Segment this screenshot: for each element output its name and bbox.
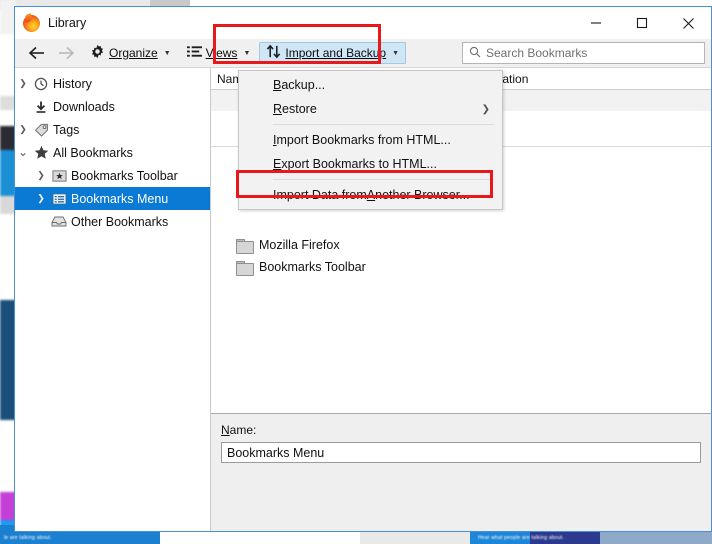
chevron-down-icon: ▼ xyxy=(243,49,251,57)
menu-item-label: xport Bookmarks to HTML... xyxy=(281,157,437,171)
name-field[interactable]: Bookmarks Menu xyxy=(221,442,701,463)
list-rows: Mozilla Firefox Bookmarks Toolbar xyxy=(211,234,711,278)
sidebar-item-label: Bookmarks Toolbar xyxy=(71,168,178,183)
sidebar-item-label: All Bookmarks xyxy=(53,145,133,160)
chevron-down-icon: ▼ xyxy=(163,49,171,57)
menu-item-label-pre: Import Data from xyxy=(273,188,367,202)
places-tree-sidebar: ❯ History Downloads ❯ Tags ⌄ All Bookmar… xyxy=(15,68,211,531)
window-controls xyxy=(573,7,711,39)
menu-item-export-bookmarks-to-html[interactable]: Export Bookmarks to HTML... xyxy=(239,152,502,176)
organize-button[interactable]: Organize ▼ xyxy=(83,42,178,64)
list-item-label: Mozilla Firefox xyxy=(259,238,340,252)
chevron-right-icon[interactable]: ❯ xyxy=(15,118,31,141)
chevron-right-icon[interactable]: ❯ xyxy=(33,187,49,210)
chevron-down-icon: ▼ xyxy=(392,49,400,57)
search-icon xyxy=(469,46,481,61)
menu-item-label: ackup... xyxy=(281,78,326,92)
views-button[interactable]: Views ▼ xyxy=(180,42,258,64)
gear-icon xyxy=(90,44,105,62)
list-item[interactable]: Mozilla Firefox xyxy=(211,234,711,256)
forward-button[interactable] xyxy=(51,41,81,65)
background-strip-text-mid: Hear what people are talking about. xyxy=(478,535,564,541)
tray-icon xyxy=(49,215,69,228)
maximize-button[interactable] xyxy=(619,7,665,39)
background-strip-text-left: le are talking about. xyxy=(4,535,52,541)
download-icon xyxy=(31,100,51,114)
import-and-backup-button-label: Import and Backup xyxy=(285,46,387,60)
menu-item-label: nother Browser... xyxy=(375,188,470,202)
sidebar-item-label: History xyxy=(53,76,92,91)
sidebar-item-history[interactable]: ❯ History xyxy=(15,72,210,95)
name-label: Name: xyxy=(221,423,257,437)
menu-separator xyxy=(273,179,494,180)
title-bar: Library xyxy=(15,7,711,39)
sidebar-item-label: Bookmarks Menu xyxy=(71,191,169,206)
library-toolbar: Organize ▼ Views ▼ Import and Backup ▼ S… xyxy=(15,24,711,68)
window-title: Library xyxy=(48,16,87,30)
list-item-label: Bookmarks Toolbar xyxy=(259,260,366,274)
chevron-right-icon[interactable]: ❯ xyxy=(33,164,49,187)
tag-icon xyxy=(31,123,51,137)
bookmarks-menu-icon xyxy=(49,192,69,206)
sidebar-item-tags[interactable]: ❯ Tags xyxy=(15,118,210,141)
name-field-value: Bookmarks Menu xyxy=(227,445,325,460)
sidebar-item-label: Downloads xyxy=(53,99,115,114)
list-item[interactable]: Bookmarks Toolbar xyxy=(211,256,711,278)
folder-icon xyxy=(236,238,254,254)
library-window: Library Organize ▼ Views ▼ Import and Ba… xyxy=(14,6,712,532)
views-button-label: Views xyxy=(205,46,238,60)
sidebar-item-bookmarks-menu[interactable]: ❯ Bookmarks Menu xyxy=(15,187,210,210)
menu-item-label: mport Bookmarks from HTML... xyxy=(276,133,451,147)
close-button[interactable] xyxy=(665,7,711,39)
organize-button-label: Organize xyxy=(109,46,158,60)
menu-item-label: estore xyxy=(282,102,317,116)
sidebar-item-all-bookmarks[interactable]: ⌄ All Bookmarks xyxy=(15,141,210,164)
sidebar-item-other-bookmarks[interactable]: Other Bookmarks xyxy=(15,210,210,233)
folder-icon xyxy=(236,260,254,276)
menu-item-restore[interactable]: Restore ❯ xyxy=(239,97,502,121)
star-icon xyxy=(31,145,51,160)
menu-separator xyxy=(273,124,494,125)
import-export-arrows-icon xyxy=(266,44,281,62)
menu-item-import-bookmarks-from-html[interactable]: Import Bookmarks from HTML... xyxy=(239,128,502,152)
minimize-button[interactable] xyxy=(573,7,619,39)
chevron-right-icon: ❯ xyxy=(481,103,490,115)
sidebar-item-label: Tags xyxy=(53,122,80,137)
chevron-right-icon[interactable]: ❯ xyxy=(15,72,31,95)
chevron-down-icon[interactable]: ⌄ xyxy=(15,141,31,164)
menu-item-import-data-from-another-browser[interactable]: Import Data from Another Browser... xyxy=(239,183,502,207)
firefox-logo-icon xyxy=(23,14,40,32)
name-label-rest: ame: xyxy=(229,423,257,437)
details-pane: Name: Bookmarks Menu xyxy=(211,413,711,531)
import-and-backup-button[interactable]: Import and Backup ▼ xyxy=(259,42,407,64)
sidebar-item-downloads[interactable]: Downloads xyxy=(15,95,210,118)
bookmarks-toolbar-icon xyxy=(49,169,69,183)
sidebar-item-bookmarks-toolbar[interactable]: ❯ Bookmarks Toolbar xyxy=(15,164,210,187)
back-button[interactable] xyxy=(21,41,51,65)
import-and-backup-menu: Backup... Restore ❯ Import Bookmarks fro… xyxy=(238,70,503,210)
search-placeholder: Search Bookmarks xyxy=(486,46,588,60)
list-view-icon xyxy=(186,45,202,61)
sidebar-item-label: Other Bookmarks xyxy=(71,214,169,229)
menu-item-backup[interactable]: Backup... xyxy=(239,73,502,97)
clock-icon xyxy=(31,77,51,91)
column-header-location[interactable]: Location xyxy=(474,71,711,86)
search-input[interactable]: Search Bookmarks xyxy=(462,42,705,64)
